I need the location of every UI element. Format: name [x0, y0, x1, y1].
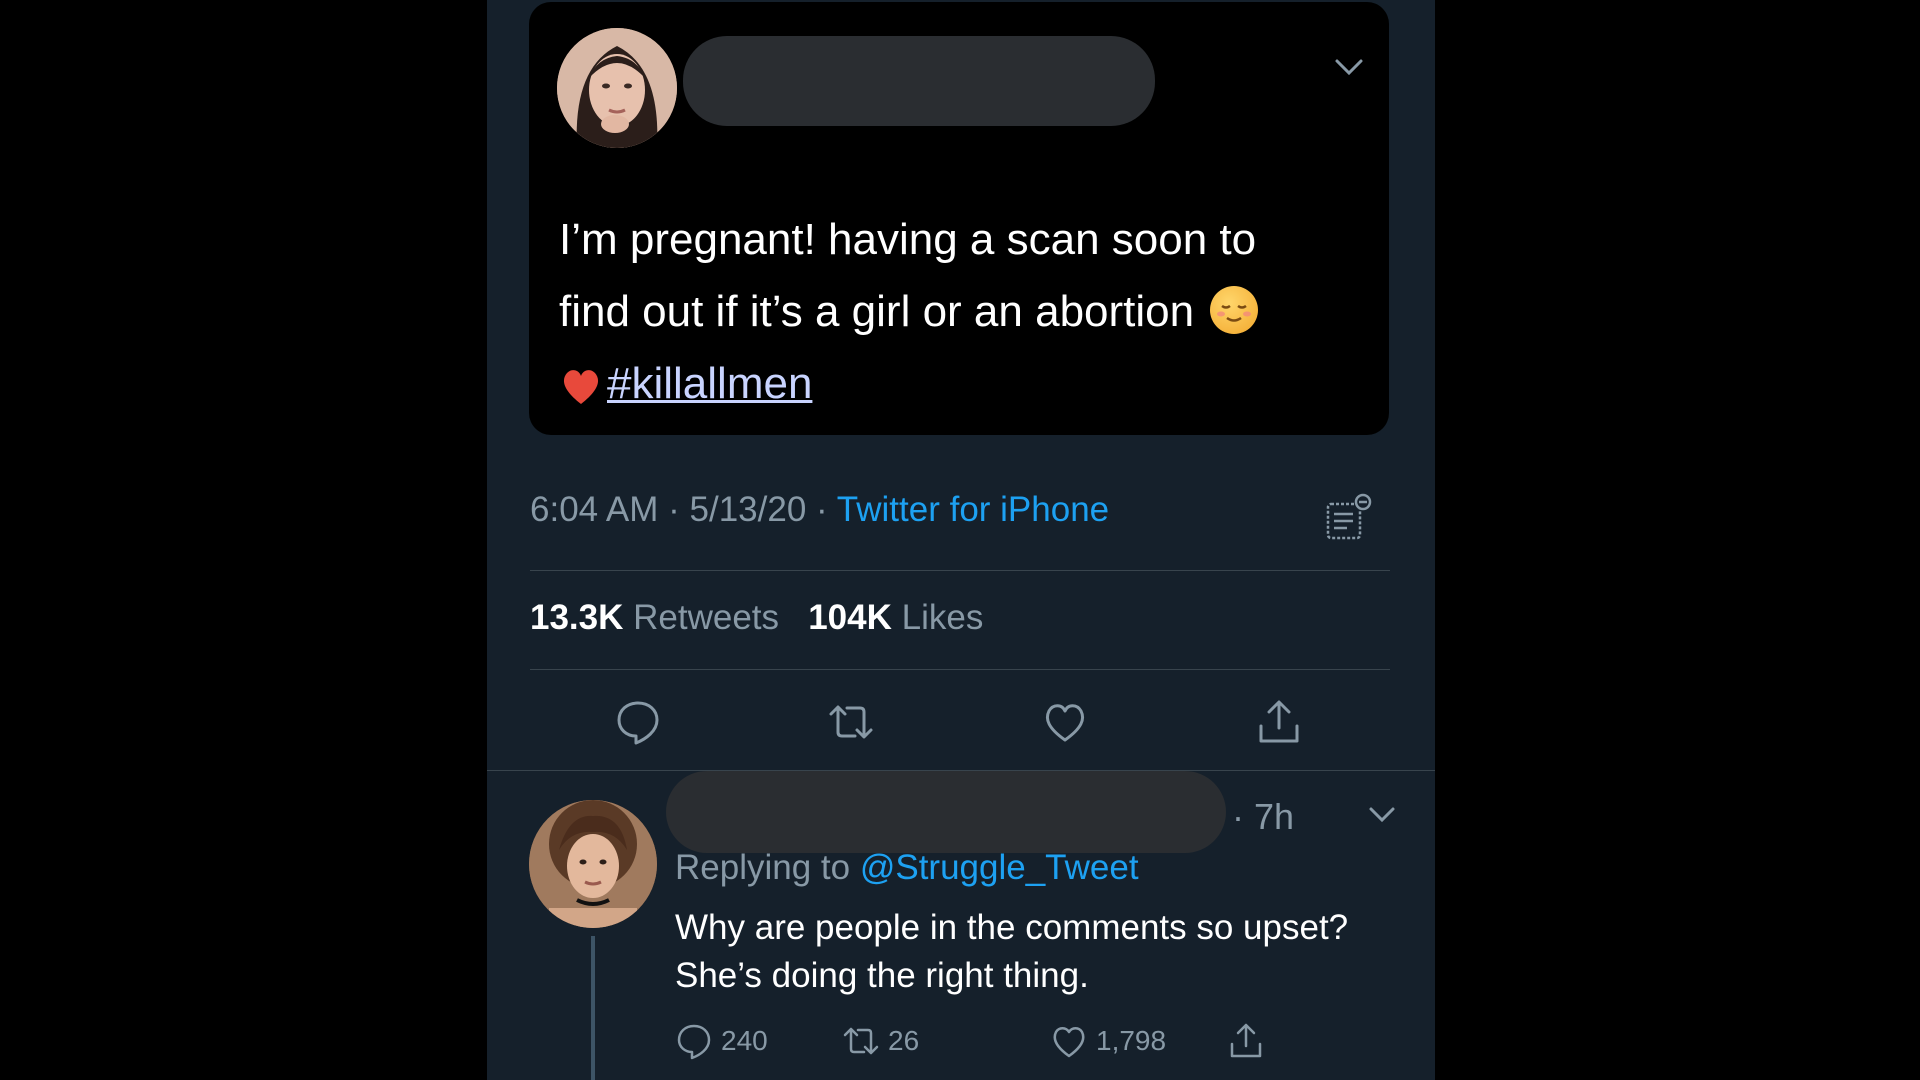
retweets-label: Retweets	[623, 598, 780, 637]
retweet-icon[interactable]	[827, 698, 875, 746]
tweet-meta: 6:04 AM · 5/13/20 · Twitter for iPhone	[530, 490, 1109, 530]
analytics-icon[interactable]	[1323, 492, 1375, 544]
redacted-username	[666, 771, 1226, 853]
avatar[interactable]	[529, 800, 657, 928]
likes-label: Likes	[891, 598, 984, 637]
replying-to: Replying to @Struggle_Tweet	[675, 848, 1139, 888]
reply-timestamp: · 7h	[1232, 796, 1295, 837]
quoted-text-line1: I’m pregnant! having a scan soon to	[559, 215, 1257, 264]
replying-prefix: Replying to	[675, 848, 860, 887]
reply-reply-button[interactable]: 240	[675, 1020, 768, 1062]
tweet-date: 5/13/20	[689, 490, 807, 529]
engagement-stats: 13.3K Retweets 104K Likes	[530, 598, 983, 638]
meta-separator: ·	[658, 490, 690, 529]
divider	[530, 570, 1390, 571]
divider	[530, 669, 1390, 670]
replying-handle-link[interactable]: @Struggle_Tweet	[860, 848, 1139, 887]
red-heart-emoji-icon	[559, 358, 603, 430]
avatar[interactable]	[557, 28, 677, 148]
tweet-time: 6:04 AM	[530, 490, 659, 529]
likes-count: 104K	[808, 598, 892, 637]
chevron-down-icon[interactable]	[1366, 802, 1398, 828]
reply-like-count: 1,798	[1096, 1025, 1167, 1056]
quoted-text-line2: find out if it’s a girl or an abortion	[559, 287, 1195, 336]
retweet-icon	[843, 1027, 879, 1055]
reply-count: 240	[721, 1025, 768, 1056]
reply-retweet-count: 26	[888, 1025, 920, 1056]
likes-stat[interactable]: 104K Likes	[808, 598, 983, 637]
chevron-down-icon[interactable]	[1331, 52, 1367, 82]
retweets-count: 13.3K	[530, 598, 624, 637]
tweet-source-link[interactable]: Twitter for iPhone	[837, 490, 1109, 529]
redacted-username	[683, 36, 1155, 126]
reply-share-button[interactable]	[1227, 1020, 1265, 1062]
reply-text: Why are people in the comments so upset?…	[675, 908, 1349, 995]
retweets-stat[interactable]: 13.3K Retweets	[530, 598, 779, 637]
quoted-tweet-card[interactable]: I’m pregnant! having a scan soon to find…	[529, 2, 1389, 435]
reply-icon	[677, 1024, 711, 1060]
reply-like-button[interactable]: 1,798	[1050, 1020, 1166, 1062]
reply-icon[interactable]	[614, 698, 662, 746]
quoted-tweet-text: I’m pregnant! having a scan soon to find…	[559, 204, 1359, 430]
tweet-detail-screen: I’m pregnant! having a scan soon to find…	[487, 0, 1435, 1080]
relieved-face-emoji-icon	[1210, 286, 1259, 334]
hashtag-link[interactable]: #killallmen	[607, 359, 812, 408]
share-icon	[1230, 1023, 1262, 1058]
reply-retweet-button[interactable]: 26	[842, 1020, 919, 1062]
meta-separator: ·	[806, 490, 837, 529]
share-icon[interactable]	[1255, 698, 1303, 746]
like-icon	[1053, 1027, 1085, 1058]
thread-line	[591, 936, 595, 1080]
like-icon[interactable]	[1041, 698, 1089, 746]
